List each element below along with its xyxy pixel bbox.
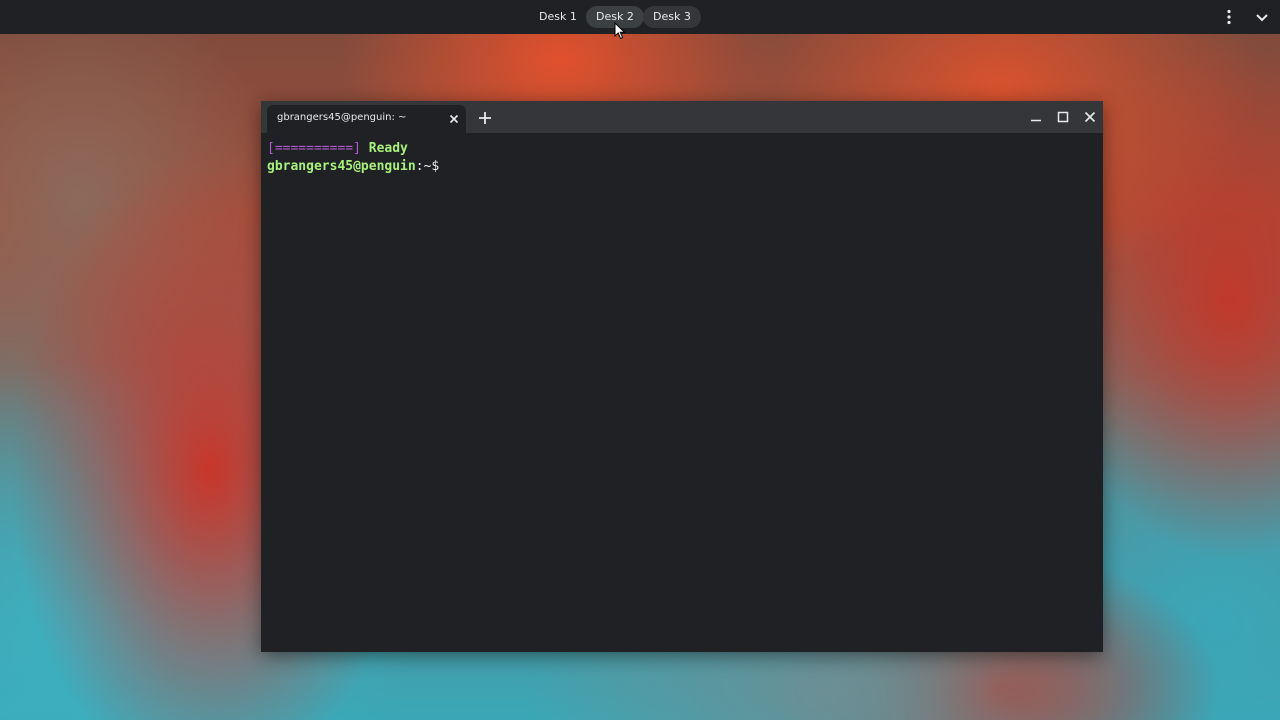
mouse-pointer-icon [614, 22, 626, 40]
ready-status: Ready [368, 141, 408, 156]
terminal-output[interactable]: [==========] Ready gbrangers45@penguin:~… [261, 133, 1103, 652]
desk-3-button[interactable]: Desk 3 [643, 6, 701, 28]
minimize-icon[interactable] [1027, 108, 1045, 126]
progress-indicator: [==========] [267, 141, 361, 156]
status-line: [==========] Ready [267, 140, 408, 158]
prompt-line: gbrangers45@penguin:~$ [267, 158, 439, 176]
prompt-user: gbrangers45@penguin [267, 159, 416, 174]
desk-bar: Desk 1 Desk 2 Desk 3 [0, 0, 1280, 34]
chevron-down-icon[interactable] [1252, 7, 1272, 27]
tab-strip: gbrangers45@penguin: ~ [261, 101, 1103, 133]
new-tab-button[interactable] [476, 109, 494, 127]
close-icon[interactable] [1081, 108, 1099, 126]
maximize-icon[interactable] [1054, 108, 1072, 126]
terminal-tab[interactable]: gbrangers45@penguin: ~ [267, 105, 466, 133]
desk-1-button[interactable]: Desk 1 [529, 6, 587, 28]
prompt-path: :~$ [415, 159, 440, 174]
close-tab-icon[interactable] [446, 111, 462, 127]
more-vert-icon[interactable] [1219, 7, 1239, 27]
tab-title: gbrangers45@penguin: ~ [277, 112, 407, 123]
terminal-window: gbrangers45@penguin: ~ [==========] Read… [261, 101, 1103, 652]
